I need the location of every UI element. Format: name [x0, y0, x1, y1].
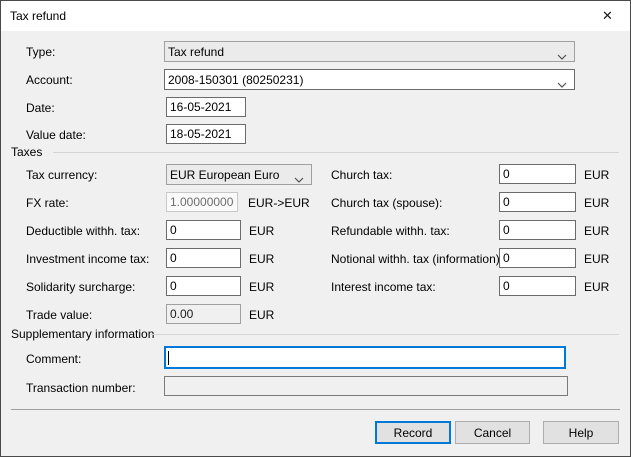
tax-refund-dialog: Tax refund ✕ Type: Tax refund Account: 2… [0, 0, 631, 457]
text-caret [168, 351, 169, 365]
type-dropdown[interactable]: Tax refund [164, 41, 575, 62]
record-button[interactable]: Record [375, 421, 451, 444]
comment-label: Comment: [26, 352, 81, 366]
interest-income-tax-input[interactable] [499, 276, 576, 296]
solidarity-surcharge-label: Solidarity surcharge: [26, 280, 135, 294]
deductible-withh-tax-input[interactable] [166, 220, 241, 240]
church-tax-spouse-currency-label: EUR [584, 196, 609, 210]
account-dropdown-value: 2008-150301 (80250231) [168, 73, 303, 87]
tax-currency-label: Tax currency: [26, 168, 97, 182]
deductible-withh-tax-currency-label: EUR [249, 224, 274, 238]
deductible-withh-tax-label: Deductible withh. tax: [26, 224, 140, 238]
title-bar: Tax refund [1, 1, 630, 31]
value-date-label: Value date: [26, 128, 86, 142]
account-dropdown[interactable]: 2008-150301 (80250231) [164, 69, 575, 90]
transaction-number-input [164, 376, 568, 396]
refundable-withh-tax-currency-label: EUR [584, 224, 609, 238]
church-tax-spouse-label: Church tax (spouse): [331, 196, 442, 210]
investment-income-tax-input[interactable] [166, 248, 241, 268]
church-tax-label: Church tax: [331, 168, 392, 182]
tax-currency-value: EUR European Euro [170, 168, 279, 182]
supplementary-group-label: Supplementary information [11, 327, 154, 341]
transaction-number-label: Transaction number: [26, 381, 136, 395]
close-button[interactable]: ✕ [585, 1, 630, 31]
trade-value-currency-label: EUR [249, 308, 274, 322]
notional-withh-tax-label: Notional withh. tax (information): [331, 252, 503, 266]
cancel-button-label: Cancel [474, 426, 511, 440]
help-button-label: Help [569, 426, 594, 440]
tax-currency-dropdown[interactable]: EUR European Euro [166, 164, 312, 185]
taxes-group-label: Taxes [11, 145, 42, 159]
solidarity-surcharge-currency-label: EUR [249, 280, 274, 294]
help-button[interactable]: Help [543, 421, 619, 444]
chevron-down-icon [294, 172, 304, 185]
chevron-down-icon [557, 77, 567, 90]
comment-input[interactable] [164, 346, 566, 369]
investment-income-tax-label: Investment income tax: [26, 252, 149, 266]
solidarity-surcharge-input[interactable] [166, 276, 241, 296]
church-tax-spouse-input[interactable] [499, 192, 576, 212]
close-icon: ✕ [602, 8, 613, 24]
window-title: Tax refund [10, 9, 66, 23]
investment-income-tax-currency-label: EUR [249, 252, 274, 266]
interest-income-tax-label: Interest income tax: [331, 280, 436, 294]
account-label: Account: [26, 73, 73, 87]
footer-separator [11, 409, 620, 410]
church-tax-currency-label: EUR [584, 168, 609, 182]
fx-rate-label: FX rate: [26, 196, 69, 210]
notional-withh-tax-currency-label: EUR [584, 252, 609, 266]
record-button-label: Record [394, 426, 433, 440]
fx-rate-input [166, 192, 238, 212]
trade-value-label: Trade value: [26, 308, 92, 322]
trade-value-input [166, 304, 241, 324]
chevron-down-icon [557, 49, 567, 62]
cancel-button[interactable]: Cancel [455, 421, 530, 444]
date-label: Date: [26, 101, 55, 115]
interest-income-tax-currency-label: EUR [584, 280, 609, 294]
date-input[interactable] [166, 97, 246, 117]
type-label: Type: [26, 45, 55, 59]
value-date-input[interactable] [166, 124, 246, 144]
supplementary-group-line [151, 334, 619, 335]
refundable-withh-tax-input[interactable] [499, 220, 576, 240]
taxes-group-line [53, 152, 619, 153]
type-dropdown-value: Tax refund [168, 45, 224, 59]
notional-withh-tax-input[interactable] [499, 248, 576, 268]
church-tax-input[interactable] [499, 164, 576, 184]
fx-rate-direction-label: EUR->EUR [248, 196, 310, 210]
refundable-withh-tax-label: Refundable withh. tax: [331, 224, 450, 238]
